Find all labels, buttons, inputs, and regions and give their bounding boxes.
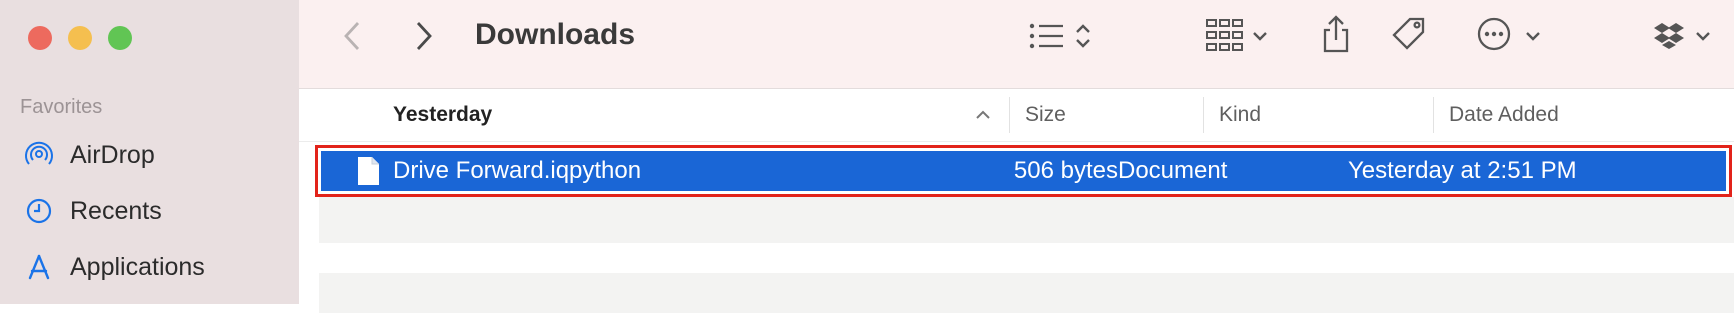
zoom-window-button[interactable]: [108, 26, 132, 50]
empty-row-stripe: [319, 197, 1734, 243]
favorites-section-label: Favorites: [20, 96, 103, 118]
clock-icon: [24, 196, 54, 226]
column-header-kind[interactable]: Kind: [1219, 103, 1261, 127]
sidebar-item-applications[interactable]: Applications: [24, 247, 205, 287]
airdrop-icon: [24, 140, 54, 170]
chevron-down-icon[interactable]: [1523, 24, 1543, 48]
sidebar-item-label: AirDrop: [70, 140, 155, 169]
more-icon[interactable]: [1475, 15, 1513, 53]
back-icon[interactable]: [337, 18, 367, 54]
toolbar: Downloads: [299, 0, 1734, 89]
file-size: 506 bytes: [1013, 157, 1118, 184]
file-date-added: Yesterday at 2:51 PM: [1348, 157, 1577, 184]
document-icon: [355, 156, 381, 186]
column-header-name[interactable]: Yesterday: [393, 103, 492, 127]
file-list: Yesterday Size Kind Date Added Drive For…: [299, 89, 1734, 313]
column-divider[interactable]: [1009, 97, 1010, 133]
column-header-size[interactable]: Size: [1025, 103, 1066, 127]
table-row[interactable]: Drive Forward.iqpython 506 bytes Documen…: [315, 145, 1732, 197]
share-icon[interactable]: [1318, 12, 1354, 56]
sort-updown-icon[interactable]: [1071, 16, 1095, 56]
window-title: Downloads: [475, 18, 636, 51]
file-name: Drive Forward.iqpython: [393, 157, 642, 184]
sort-ascending-icon[interactable]: [973, 105, 993, 125]
sidebar: Favorites AirDrop Recents Applications: [0, 0, 299, 304]
list-view-icon[interactable]: [1027, 16, 1067, 56]
file-kind: Document: [1118, 157, 1228, 184]
empty-row-stripe: [319, 273, 1734, 313]
minimize-window-button[interactable]: [68, 26, 92, 50]
column-divider[interactable]: [1433, 97, 1434, 133]
grid-icon[interactable]: [1204, 14, 1246, 56]
sidebar-item-recents[interactable]: Recents: [24, 191, 162, 231]
sidebar-item-airdrop[interactable]: AirDrop: [24, 135, 155, 175]
sidebar-item-label: Recents: [70, 196, 162, 225]
column-header-row: Yesterday Size Kind Date Added: [299, 89, 1734, 142]
chevron-down-icon[interactable]: [1250, 24, 1270, 48]
column-divider[interactable]: [1203, 97, 1204, 133]
tag-icon[interactable]: [1389, 14, 1429, 54]
chevron-down-icon[interactable]: [1693, 24, 1713, 48]
forward-icon[interactable]: [409, 18, 439, 54]
column-header-date-added[interactable]: Date Added: [1449, 103, 1559, 127]
sidebar-item-label: Applications: [70, 252, 205, 281]
dropbox-icon[interactable]: [1651, 16, 1687, 56]
close-window-button[interactable]: [28, 26, 52, 50]
applications-icon: [24, 252, 54, 282]
